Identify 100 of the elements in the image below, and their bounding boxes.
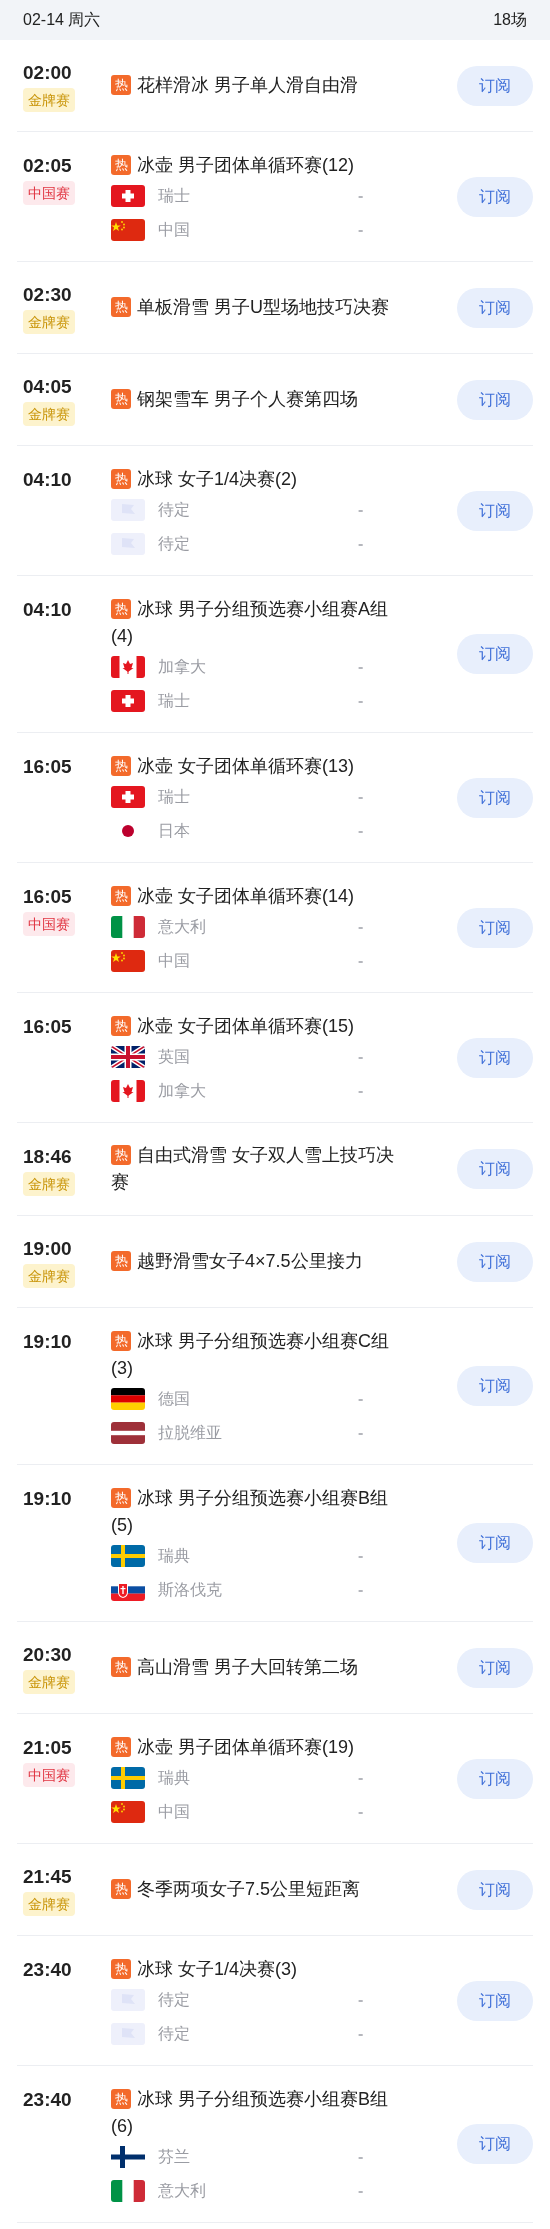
team-name: 中国 [158,951,191,971]
event-tag: 中国赛 [23,912,75,936]
event-title: 热 冰壶 男子团体单循环赛(12) [111,152,401,179]
event-time: 04:05 [23,375,72,399]
event-title: 热 冰壶 男子团体单循环赛(19) [111,1734,401,1761]
team-score: - [358,917,364,937]
team-name: 瑞典 [158,1546,191,1566]
event-time: 04:10 [23,468,72,492]
event-time: 18:46 [23,1144,72,1169]
event-title: 热 冰球 男子分组预选赛小组赛B组(5) [111,1487,389,1537]
team-name: 加拿大 [158,657,207,677]
team-name: 意大利 [158,917,207,937]
subscribe-button[interactable]: 订阅 [457,490,533,531]
team-score: - [358,1423,364,1443]
date-label: 02-14 周六 [23,10,101,30]
subscribe-button[interactable]: 订阅 [457,634,533,674]
event-time: 04:10 [23,598,72,622]
team-score: - [358,691,364,711]
team-name: 待定 [158,534,191,554]
subscribe-button[interactable]: 订阅 [457,1869,533,1910]
event-time: 21:05 [23,1736,72,1760]
subscribe-button[interactable]: 订阅 [457,1366,533,1406]
event-tag: 金牌赛 [23,1670,75,1694]
team-score: - [358,787,364,807]
event-time: 20:30 [23,1643,72,1667]
event-time: 02:00 [23,61,72,85]
subscribe-button[interactable]: 订阅 [457,65,533,106]
team-name: 中国 [158,220,191,240]
team-score: - [358,2181,364,2201]
event-title: 热 高山滑雪 男子大回转第二场 [111,1654,401,1681]
event-tag: 中国赛 [23,1763,75,1787]
event-title: 热 自由式滑雪 女子双人雪上技巧决赛 [111,1144,395,1194]
event-title: 热 冰壶 女子团体单循环赛(15) [111,1013,401,1040]
event-title: 热 冰球 女子1/4决赛(2) [111,466,401,493]
event-tag: 金牌赛 [23,1892,75,1916]
event-title: 热 冰球 女子1/4决赛(3) [111,1956,401,1983]
team-name: 瑞士 [158,186,191,206]
event-time: 23:40 [23,1958,72,1982]
team-score: - [358,1768,364,1788]
team-score: - [358,1990,364,2010]
event-title: 热 冰球 男子分组预选赛小组赛A组(4) [111,598,389,648]
subscribe-button[interactable]: 订阅 [457,2124,533,2164]
team-name: 德国 [158,1389,191,1409]
team-name: 瑞士 [158,787,191,807]
event-title: 热 冰壶 女子团体单循环赛(13) [111,753,401,780]
event-time: 23:40 [23,2088,72,2112]
subscribe-button[interactable]: 订阅 [457,777,533,818]
event-time: 16:05 [23,755,72,779]
team-score: - [358,821,364,841]
subscribe-button[interactable]: 订阅 [457,176,533,217]
event-title: 热 单板滑雪 男子U型场地技巧决赛 [111,294,401,321]
subscribe-button[interactable]: 订阅 [457,907,533,948]
team-score: - [358,1081,364,1101]
event-title: 热 越野滑雪女子4×7.5公里接力 [111,1248,401,1275]
subscribe-button[interactable]: 订阅 [457,1647,533,1688]
event-tag: 中国赛 [23,181,75,205]
subscribe-button[interactable]: 订阅 [457,1980,533,2021]
event-tag: 金牌赛 [23,1264,75,1288]
event-title: 热 钢架雪车 男子个人赛第四场 [111,386,401,413]
subscribe-button[interactable]: 订阅 [457,379,533,420]
event-title: 热 冰球 男子分组预选赛小组赛C组(3) [111,1330,390,1380]
team-name: 日本 [158,821,191,841]
team-score: - [358,534,364,554]
event-time: 16:05 [23,885,72,909]
event-time: 16:05 [23,1015,72,1039]
team-name: 待定 [158,500,191,520]
event-time: 19:10 [23,1330,72,1354]
team-name: 拉脱维亚 [158,1423,223,1443]
event-time: 21:45 [23,1865,72,1889]
team-score: - [358,1047,364,1067]
subscribe-button[interactable]: 订阅 [457,1037,533,1078]
event-title: 热 冰球 男子分组预选赛小组赛B组(6) [111,2088,389,2138]
team-score: - [358,220,364,240]
event-time: 19:00 [23,1237,72,1261]
team-name: 意大利 [158,2181,207,2201]
team-name: 芬兰 [158,2147,191,2167]
subscribe-button[interactable]: 订阅 [457,1758,533,1799]
event-count: 18场 [493,10,527,30]
subscribe-button[interactable]: 订阅 [457,1149,533,1189]
team-score: - [358,186,364,206]
event-tag: 金牌赛 [23,402,75,426]
event-title: 热 冬季两项女子7.5公里短距离 [111,1876,401,1903]
event-tag: 金牌赛 [23,88,75,112]
team-score: - [358,1580,364,1600]
subscribe-button[interactable]: 订阅 [457,1241,533,1282]
event-title: 热 冰壶 女子团体单循环赛(14) [111,883,401,910]
team-name: 待定 [158,1990,191,2010]
event-time: 02:05 [23,154,72,178]
event-tag: 金牌赛 [23,1171,75,1196]
team-name: 瑞士 [158,691,191,711]
subscribe-button[interactable]: 订阅 [457,287,533,328]
team-name: 斯洛伐克 [158,1580,223,1600]
team-name: 瑞典 [158,1768,191,1788]
team-score: - [358,500,364,520]
team-name: 英国 [158,1047,191,1067]
team-score: - [358,1802,364,1822]
event-time: 19:10 [23,1487,72,1511]
team-score: - [358,2024,364,2044]
event-title: 热 花样滑冰 男子单人滑自由滑 [111,72,401,99]
subscribe-button[interactable]: 订阅 [457,1523,533,1563]
